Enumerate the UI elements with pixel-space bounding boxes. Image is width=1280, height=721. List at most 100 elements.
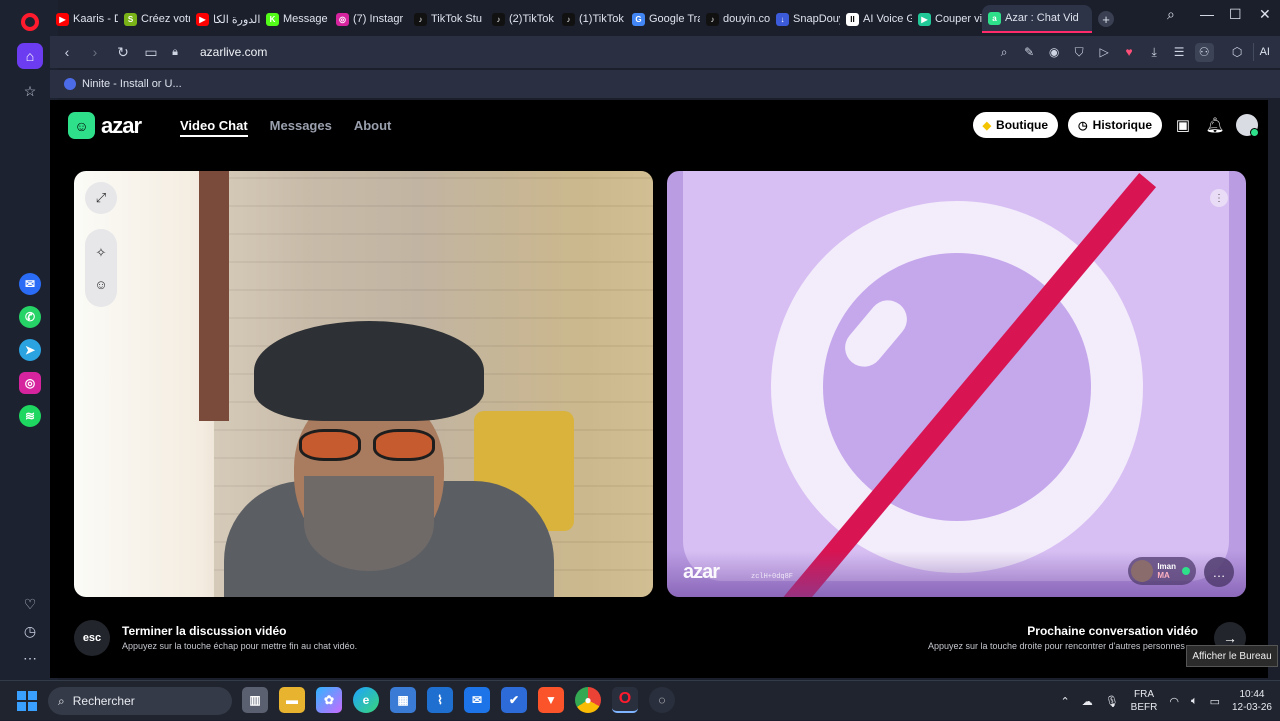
esc-key-button[interactable]: esc: [74, 620, 110, 656]
person-bucket-hat: [254, 321, 484, 421]
nav-video-chat[interactable]: Video Chat: [180, 118, 248, 137]
obs-icon[interactable]: ◌: [649, 687, 675, 713]
app-blue-icon[interactable]: ⌇: [427, 687, 453, 713]
shield-icon[interactable]: ⛉: [1070, 43, 1089, 62]
copilot-icon[interactable]: ✿: [316, 687, 342, 713]
new-tab-plus-icon[interactable]: +: [1098, 11, 1114, 27]
edit-icon[interactable]: ✎: [1020, 43, 1039, 62]
tab-2[interactable]: ▶ الدورة الكا: [190, 5, 260, 33]
bell-icon[interactable]: 🔔︎: [1204, 114, 1226, 136]
boutique-button[interactable]: ◆ Boutique: [972, 112, 1059, 138]
tab-3[interactable]: K Message M: [260, 5, 330, 33]
instagram-icon[interactable]: ◎: [19, 372, 41, 394]
edge-icon[interactable]: e: [353, 687, 379, 713]
speed-dial-star-icon[interactable]: ☆: [17, 78, 43, 104]
store-icon[interactable]: ▦: [390, 687, 416, 713]
tab-snapshot-icon[interactable]: ▭: [140, 44, 162, 61]
language-switch[interactable]: FRA BEFR: [1131, 688, 1158, 714]
system-tray: ⌃ ☁ 🎙︎ FRA BEFR ◠ 🔈︎ ▭ 10:44 12-03-26: [1060, 681, 1272, 721]
tab-label: (7) Instagr: [353, 13, 404, 25]
tab-5[interactable]: ♪ TikTok Stu: [408, 5, 486, 33]
taskbar-search[interactable]: ⌕ Rechercher: [48, 687, 232, 715]
whatsapp-icon[interactable]: ✆: [19, 306, 41, 328]
clock[interactable]: 10:44 12-03-26: [1232, 688, 1272, 714]
home-icon[interactable]: ⌂: [17, 43, 43, 69]
shopify-icon: S: [124, 12, 137, 26]
history-clock-icon[interactable]: ◷: [17, 618, 43, 644]
magic-wand-icon[interactable]: ✧: [96, 245, 107, 261]
wifi-icon[interactable]: ◠: [1169, 695, 1179, 708]
end-chat-title[interactable]: Terminer la discussion vidéo: [122, 624, 287, 638]
verified-badge-icon: [1182, 567, 1190, 575]
page-scrollbar[interactable]: [1268, 100, 1280, 678]
messenger-icon[interactable]: ✉: [19, 273, 41, 295]
close-icon[interactable]: ✕: [1259, 6, 1271, 23]
tray-chevron-icon[interactable]: ⌃: [1060, 695, 1069, 708]
volume-icon[interactable]: 🔈︎: [1191, 695, 1198, 708]
glasses-lens-left: [299, 429, 361, 461]
todo-icon[interactable]: ✔: [501, 687, 527, 713]
end-chat-hint: Appuyez sur la touche échap pour mettre …: [122, 641, 358, 651]
reload-icon[interactable]: ↻: [112, 44, 134, 61]
azar-logo[interactable]: ☺ azar: [68, 112, 142, 139]
url-field[interactable]: azarlive.com: [200, 45, 267, 59]
historique-button[interactable]: ◷ Historique: [1068, 112, 1162, 138]
play-icon[interactable]: ▷: [1095, 43, 1114, 62]
inbox-icon[interactable]: ▣: [1172, 114, 1194, 136]
avatar[interactable]: [1236, 114, 1259, 137]
remote-user-info: Iman MA: [1157, 562, 1176, 580]
ai-button[interactable]: AI: [1252, 43, 1276, 61]
brave-icon[interactable]: ▼: [538, 687, 564, 713]
instagram-icon: ◎: [336, 12, 349, 26]
tab-0[interactable]: ▶ Kaaris - De: [50, 5, 118, 33]
nav-messages[interactable]: Messages: [270, 118, 332, 137]
heart-icon[interactable]: ♡: [17, 591, 43, 617]
heart-filled-icon[interactable]: ♥: [1120, 43, 1139, 62]
microphone-icon[interactable]: 🎙︎: [1105, 695, 1119, 708]
next-chat-title[interactable]: Prochaine conversation vidéo: [1027, 624, 1198, 638]
windows-start-icon[interactable]: [17, 691, 37, 711]
tab-12[interactable]: ▶ Couper vic: [912, 5, 982, 33]
extension-cube-icon[interactable]: ⬡: [1228, 43, 1247, 62]
search-page-icon[interactable]: ⌕: [995, 43, 1014, 62]
minimize-icon[interactable]: —: [1200, 6, 1214, 22]
opera-logo-icon[interactable]: [21, 13, 39, 31]
battery-icon[interactable]: ▭: [1210, 695, 1220, 708]
tab-search-icon[interactable]: ⌕: [1167, 6, 1175, 23]
tab-11[interactable]: II AI Voice G: [840, 5, 912, 33]
tab-label: AI Voice G: [863, 13, 912, 25]
more-options-icon[interactable]: ⋮: [1210, 189, 1228, 207]
file-explorer-icon[interactable]: ▬: [279, 687, 305, 713]
nav-about[interactable]: About: [354, 118, 392, 137]
tab-13[interactable]: a Azar : Chat Vid: [982, 5, 1092, 33]
opera-taskbar-icon[interactable]: O: [612, 687, 638, 713]
spotify-icon[interactable]: ≋: [19, 405, 41, 427]
chat-button[interactable]: …: [1204, 557, 1234, 587]
forward-icon[interactable]: ›: [84, 44, 106, 60]
tab-7[interactable]: ♪ (1)TikTok: [556, 5, 626, 33]
header-actions: ◆ Boutique ◷ Historique ▣ 🔔︎: [972, 112, 1259, 138]
task-view-icon[interactable]: ▥: [242, 687, 268, 713]
remote-user-chip[interactable]: Iman MA: [1128, 557, 1196, 585]
profile-icon[interactable]: ⚇: [1194, 42, 1214, 62]
chrome-icon[interactable]: ●: [575, 687, 601, 713]
tab-9[interactable]: ♪ douyin.co: [700, 5, 770, 33]
tab-6[interactable]: ♪ (2)TikTok: [486, 5, 556, 33]
back-icon[interactable]: ‹: [56, 44, 78, 60]
outlook-icon[interactable]: ✉: [464, 687, 490, 713]
tab-10[interactable]: ↓ SnapDouy: [770, 5, 840, 33]
tab-4[interactable]: ◎ (7) Instagr: [330, 5, 408, 33]
sticker-icon[interactable]: ☺: [94, 277, 107, 292]
download-icon[interactable]: ⤓: [1145, 43, 1164, 62]
tab-1[interactable]: S Créez votr: [118, 5, 190, 33]
bookmark-ninite[interactable]: Ninite - Install or U...: [82, 78, 182, 90]
onedrive-icon[interactable]: ☁: [1082, 695, 1093, 708]
maximize-icon[interactable]: ☐: [1229, 6, 1242, 23]
tab-8[interactable]: G Google Tra: [626, 5, 700, 33]
youtube-icon: ▶: [196, 12, 209, 26]
more-dots-icon[interactable]: ⋯: [17, 645, 43, 671]
menu-icon[interactable]: ☰: [1170, 43, 1189, 62]
fullscreen-button[interactable]: ⤢: [85, 182, 117, 214]
camera-icon[interactable]: ◉: [1045, 43, 1064, 62]
telegram-icon[interactable]: ➤: [19, 339, 41, 361]
